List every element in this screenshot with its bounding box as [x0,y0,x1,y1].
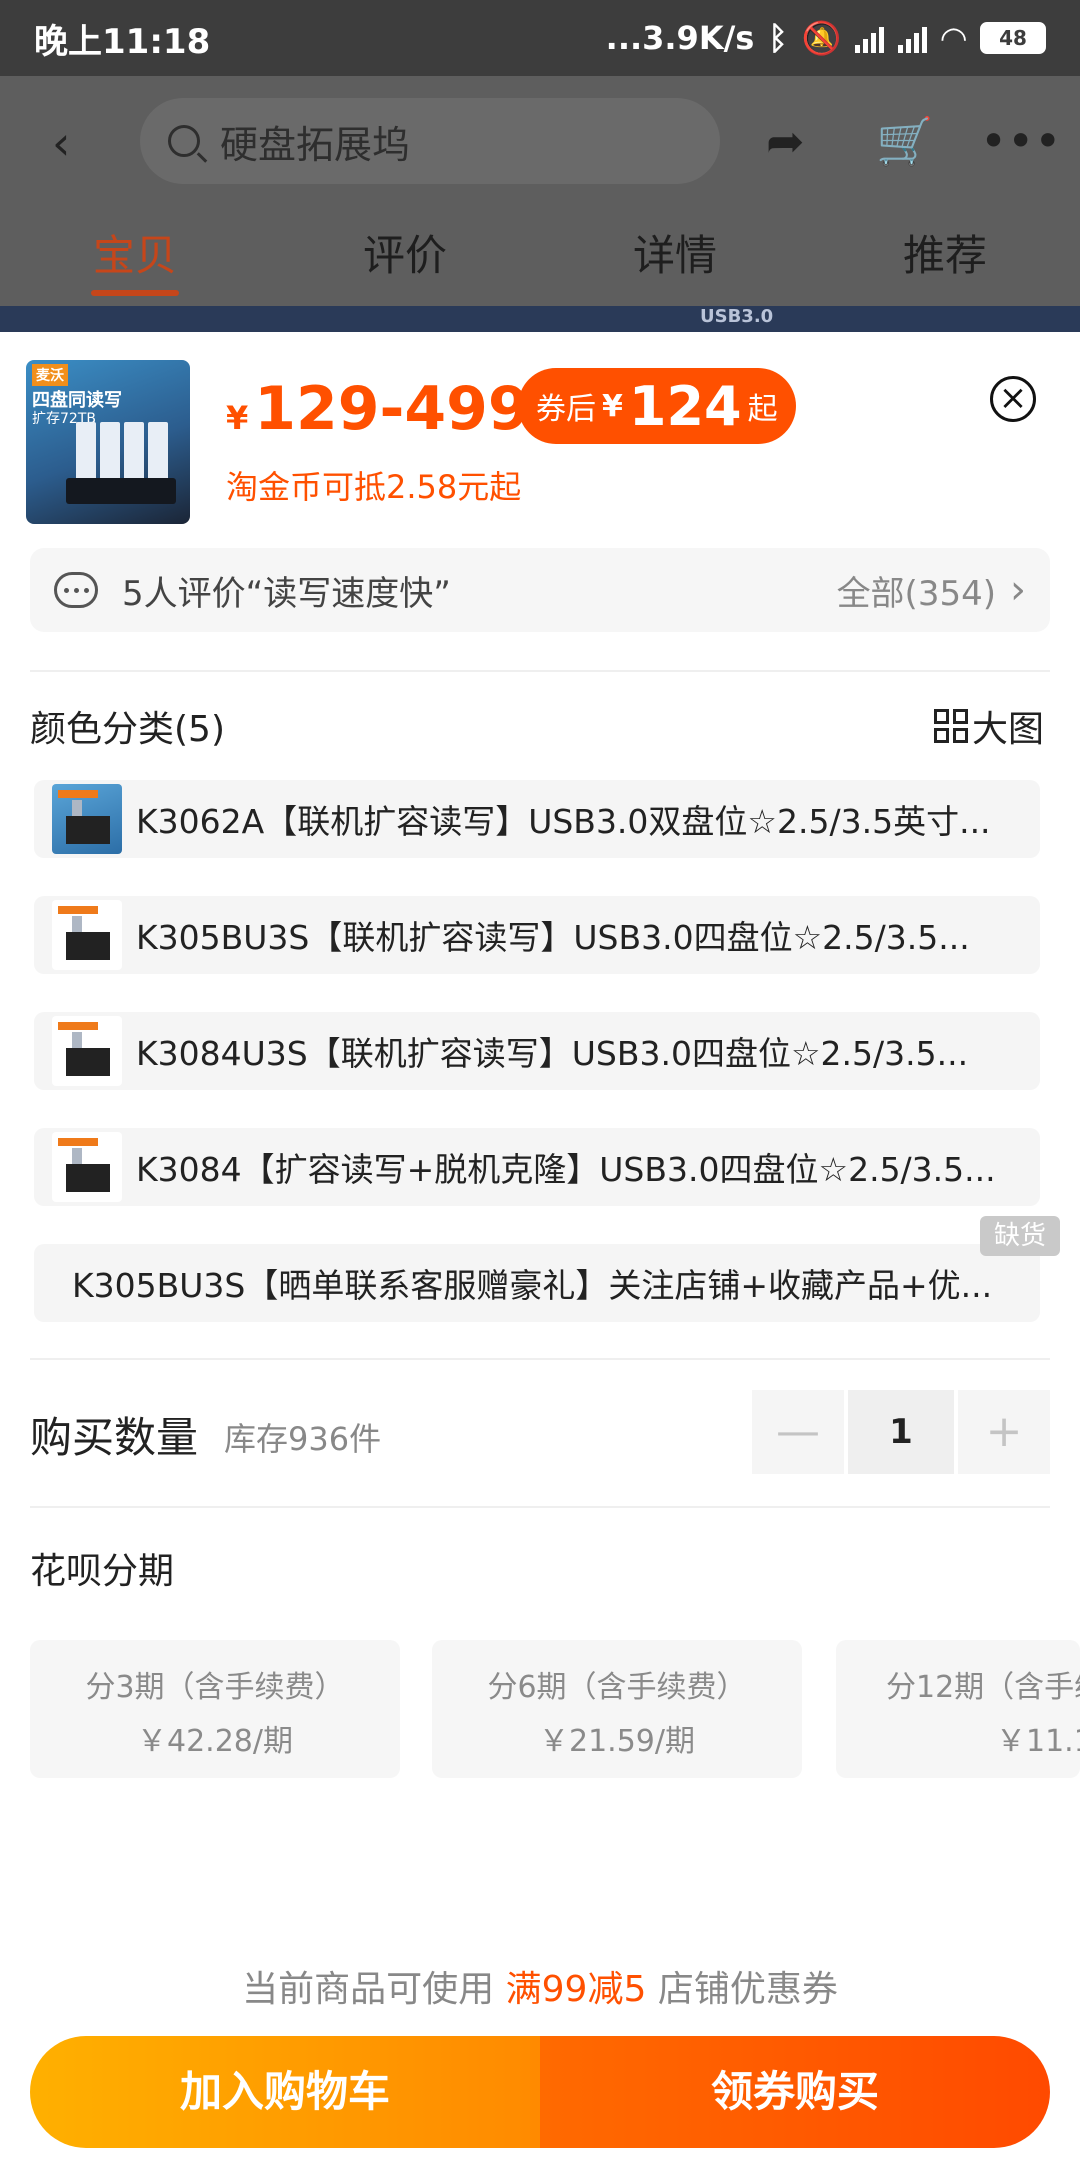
wifi-icon: ◠ [941,19,966,57]
price-range: ¥ 129-499 [226,374,530,444]
action-buttons: 加入购物车 领券购买 [30,2036,1050,2148]
coupon-price: 124 [628,374,742,438]
divider [30,1358,1050,1360]
page-header: ‹ 硬盘拓展坞 ➦ 🛒 ••• 宝贝 评价 详情 推荐 [0,76,1080,306]
review-summary[interactable]: 5人评价“读写速度快” 全部(354) › [30,548,1050,632]
installment-amount: ￥21.59/期 [539,1724,695,1759]
sku-option-label: K305BU3S【联机扩容读写】USB3.0四盘位☆2.5/3.5... [136,918,970,957]
shop-coupon-hint: 当前商品可使用 满99减5 店铺优惠券 [0,1960,1080,2012]
cart-icon[interactable]: 🛒 [876,114,933,169]
comment-icon [54,572,98,608]
sku-option-label: K3062A【联机扩容读写】USB3.0双盘位☆2.5/3.5英寸... [136,802,991,841]
close-icon[interactable]: × [990,376,1036,422]
installment-term: 分12期（含手续费） [886,1670,1080,1705]
signal-icon [855,23,885,53]
network-speed: ...3.9K/s [605,19,755,57]
installment-amount: ￥11.10/期 [996,1724,1080,1759]
sku-option-image [52,1132,122,1202]
sku-option-label: K305BU3S【晒单联系客服赠豪礼】关注店铺+收藏产品+优... [72,1266,993,1305]
sku-option[interactable]: K305BU3S【联机扩容读写】USB3.0四盘位☆2.5/3.5... [34,896,1040,974]
color-section-title: 颜色分类(5) [30,709,225,750]
thumb-dock [66,478,176,504]
status-bar: 晚上11:18 ...3.9K/s ᛒ 🔕 ◠ 48 [0,0,1080,76]
installment-amount: ￥42.28/期 [137,1724,293,1759]
installment-option[interactable]: 分3期（含手续费） ￥42.28/期 [30,1640,400,1778]
sku-option-label: K3084U3S【联机扩容读写】USB3.0四盘位☆2.5/3.5... [136,1034,969,1073]
battery-icon: 48 [980,22,1046,54]
sku-option-label: K3084【扩容读写+脱机克隆】USB3.0四盘位☆2.5/3.5... [136,1150,996,1189]
review-highlight: 5人评价“读写速度快” [122,573,451,614]
tab-bar: 宝贝 评价 详情 推荐 [0,206,1080,306]
installment-title: 花呗分期 [30,1551,175,1592]
search-bar[interactable]: 硬盘拓展坞 [140,98,720,184]
sku-option-image [52,900,122,970]
divider [30,1506,1050,1508]
product-banner-edge: USB3.0 [0,306,1080,332]
price-value: 129-499 [254,374,530,444]
mute-icon: 🔕 [801,19,842,57]
sku-option[interactable]: K3084【扩容读写+脱机克隆】USB3.0四盘位☆2.5/3.5... [34,1128,1040,1206]
divider [30,670,1050,672]
big-view-label: 大图 [972,709,1045,750]
installment-term: 分6期（含手续费） [487,1670,747,1705]
installment-option[interactable]: 分12期（含手续费） ￥11.10/期 [836,1640,1080,1778]
tab-reviews[interactable]: 评价 [270,206,540,306]
grid-icon [934,709,968,743]
back-icon[interactable]: ‹ [52,116,70,170]
tab-recommend[interactable]: 推荐 [810,206,1080,306]
installment-option[interactable]: 分6期（含手续费） ￥21.59/期 [432,1640,802,1778]
price-currency: ¥ [226,399,249,437]
promo-suffix: 店铺优惠券 [657,1969,838,2010]
promo-prefix: 当前商品可使用 [242,1969,495,2010]
tab-baobei[interactable]: 宝贝 [0,206,270,306]
out-of-stock-badge: 缺货 [980,1216,1060,1256]
clock: 晚上11:18 [34,21,211,62]
share-icon[interactable]: ➦ [766,114,805,168]
coin-discount-text: 淘金币可抵2.58元起 [226,468,522,506]
coupon-label: 券后 [536,392,596,427]
tab-details[interactable]: 详情 [540,206,810,306]
all-reviews-link[interactable]: 全部(354) [837,566,996,615]
bluetooth-icon: ᛒ [768,19,788,57]
sku-option[interactable]: K3062A【联机扩容读写】USB3.0双盘位☆2.5/3.5英寸... [34,780,1040,858]
signal-hd-icon [898,23,928,53]
sku-option-image [52,1016,122,1086]
installment-term: 分3期（含手续费） [85,1670,345,1705]
promo-highlight: 满99减5 [505,1969,647,2010]
sku-option-image [52,784,122,854]
product-thumbnail[interactable]: 麦沃 四盘同读写 扩存72TB [26,360,190,524]
increase-button[interactable]: + [958,1390,1050,1474]
thumb-drives [76,422,168,486]
coupon-currency: ¥ [602,388,623,424]
stock-count: 库存936件 [224,1420,382,1458]
sku-sheet: 麦沃 四盘同读写 扩存72TB ¥ 129-499 券后 ¥ 124 起 淘金币… [0,332,1080,2160]
coupon-buy-button[interactable]: 领券购买 [540,2036,1050,2148]
more-icon[interactable]: ••• [980,114,1061,168]
sku-option[interactable]: K3084U3S【联机扩容读写】USB3.0四盘位☆2.5/3.5... [34,1012,1040,1090]
quantity-stepper: — 1 + [752,1390,1050,1474]
big-view-button[interactable]: 大图 [934,700,1044,752]
quantity-title: 购买数量 [30,1413,199,1462]
chevron-right-icon: › [1010,567,1026,613]
coupon-suffix: 起 [747,392,778,427]
quantity-value[interactable]: 1 [848,1390,954,1474]
search-placeholder: 硬盘拓展坞 [220,122,411,167]
thumb-brand: 麦沃 [32,364,68,386]
search-icon [168,125,200,157]
coupon-price-badge: 券后 ¥ 124 起 [518,368,796,444]
banner-text: USB3.0 [700,306,774,327]
decrease-button[interactable]: — [752,1390,844,1474]
add-to-cart-button[interactable]: 加入购物车 [30,2036,540,2148]
status-icons: ...3.9K/s ᛒ 🔕 ◠ 48 [606,19,1046,57]
sku-option-out-of-stock[interactable]: K305BU3S【晒单联系客服赠豪礼】关注店铺+收藏产品+优... [34,1244,1040,1322]
